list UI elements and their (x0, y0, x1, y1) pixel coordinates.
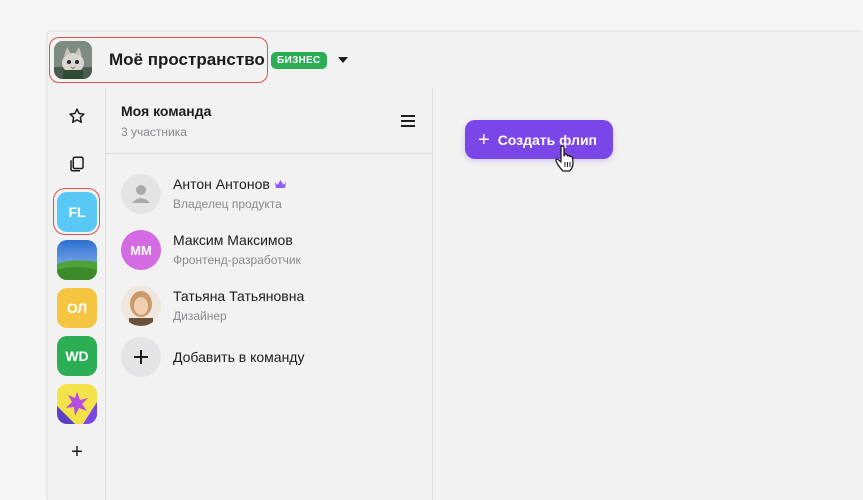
member-role: Фронтенд-разработчик (173, 253, 301, 267)
workspace-rail: FL ОЛ WD + (48, 88, 105, 500)
selected-workspace-indicator (53, 188, 100, 235)
create-flip-button[interactable]: + Создать флип (465, 120, 613, 159)
workspace-pattern[interactable] (57, 384, 97, 424)
team-member[interactable]: ММ Максим Максимов Фронтенд-разработчик (121, 230, 421, 270)
member-role: Владелец продукта (173, 197, 282, 211)
copy-icon[interactable] (57, 144, 97, 184)
avatar: ММ (121, 230, 161, 270)
chevron-down-icon[interactable] (336, 54, 350, 66)
create-flip-label: Создать флип (497, 131, 598, 148)
workspace-wd[interactable]: WD (57, 336, 97, 376)
member-name: Татьяна Татьяновна (173, 288, 305, 304)
star-icon[interactable] (57, 96, 97, 136)
member-name: Антон Антонов (173, 176, 270, 192)
avatar (121, 286, 161, 326)
member-name: Максим Максимов (173, 232, 293, 248)
team-member[interactable]: Антон Антонов Владелец продукта (121, 174, 421, 214)
team-member-count: 3 участника (121, 125, 187, 139)
add-workspace-label: + (71, 440, 83, 463)
workspace-ol-label: ОЛ (66, 300, 88, 316)
member-role: Дизайнер (173, 309, 227, 323)
workspace-wd-label: WD (65, 348, 89, 364)
hand-pointer-icon (553, 145, 579, 173)
divider (432, 88, 433, 500)
divider (106, 153, 432, 154)
crown-icon (274, 179, 287, 189)
workspace-ol[interactable]: ОЛ (57, 288, 97, 328)
plus-icon: + (478, 128, 490, 151)
workspace-landscape[interactable] (57, 240, 97, 280)
menu-icon[interactable] (401, 114, 415, 127)
workspace-title: Моё пространство (109, 50, 265, 69)
divider (105, 88, 106, 500)
add-workspace-button[interactable]: + (57, 432, 97, 472)
avatar-initials: ММ (130, 242, 152, 258)
add-member-label: Добавить в команду (173, 349, 305, 365)
plus-icon (121, 337, 161, 377)
add-member-button[interactable]: Добавить в команду (121, 337, 421, 377)
team-title: Моя команда (121, 103, 212, 119)
avatar-placeholder (121, 174, 161, 214)
workspace-avatar (54, 41, 92, 79)
team-member[interactable]: Татьяна Татьяновна Дизайнер (121, 286, 421, 326)
workspace-switcher[interactable]: Моё пространство (49, 37, 268, 83)
plan-badge: БИЗНЕС (271, 52, 327, 69)
member-name-row: Антон Антонов (173, 176, 287, 192)
